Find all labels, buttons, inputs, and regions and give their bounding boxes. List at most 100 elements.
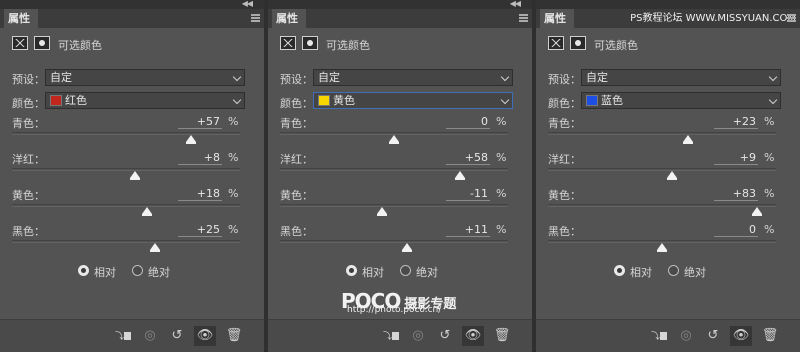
slider-thumb[interactable] bbox=[389, 135, 399, 144]
layer-mask-icon[interactable] bbox=[34, 36, 50, 50]
percent-label: % bbox=[496, 187, 507, 200]
preset-label: 预设： bbox=[12, 73, 45, 86]
slider-thumb[interactable] bbox=[149, 243, 160, 252]
clip-to-layer-button[interactable]: ⤵ bbox=[380, 326, 402, 346]
chevron-down-icon bbox=[232, 95, 242, 105]
percent-label: % bbox=[228, 115, 239, 128]
slider-thumb[interactable] bbox=[667, 171, 678, 180]
slider-label: 洋红： bbox=[280, 153, 313, 166]
slider-value-input[interactable]: 0 bbox=[714, 223, 758, 237]
chevron-down-icon bbox=[500, 72, 510, 82]
view-previous-button[interactable]: ◎ bbox=[139, 326, 161, 346]
percent-label: % bbox=[764, 151, 775, 164]
chevron-down-icon bbox=[500, 95, 510, 105]
preset-select[interactable]: 自定 bbox=[45, 69, 245, 86]
slider-label: 青色： bbox=[12, 117, 45, 130]
adjustment-layer-icon[interactable] bbox=[12, 36, 28, 50]
panel-menu-icon[interactable] bbox=[519, 14, 528, 22]
slider-track[interactable] bbox=[12, 132, 240, 135]
absolute-radio[interactable] bbox=[400, 265, 411, 276]
slider-thumb[interactable] bbox=[376, 207, 387, 216]
slider-value-input[interactable]: 0 bbox=[446, 115, 490, 129]
clip-to-layer-button[interactable]: ⤵ bbox=[112, 326, 134, 346]
collapse-icon[interactable]: ◀◀ bbox=[242, 0, 253, 8]
slider-track[interactable] bbox=[548, 168, 776, 171]
slider-value-input[interactable]: +18 bbox=[178, 187, 222, 201]
reset-button[interactable]: ↺ bbox=[166, 326, 188, 346]
toggle-visibility-button[interactable]: 👁 bbox=[730, 326, 752, 346]
delete-icon[interactable]: 🗑 bbox=[491, 326, 513, 346]
preset-select[interactable]: 自定 bbox=[581, 69, 781, 86]
slider-label: 青色： bbox=[280, 117, 313, 130]
slider-value-input[interactable]: +83 bbox=[714, 187, 758, 201]
preset-value: 自定 bbox=[586, 71, 608, 84]
slider-track[interactable] bbox=[12, 204, 240, 207]
tab-properties[interactable]: 属性 bbox=[540, 9, 574, 28]
slider-thumb[interactable] bbox=[657, 243, 667, 252]
toggle-visibility-button[interactable]: 👁 bbox=[194, 326, 216, 346]
relative-radio[interactable] bbox=[346, 265, 357, 276]
slider-value-input[interactable]: +57 bbox=[178, 115, 222, 129]
absolute-label: 绝对 bbox=[684, 266, 706, 279]
slider-value-input[interactable]: +58 bbox=[446, 151, 490, 165]
color-select[interactable]: 黄色 bbox=[313, 92, 513, 109]
panel-footer: ⤵ ◎ ↺ 👁 🗑 bbox=[536, 319, 800, 352]
slider-thumb[interactable] bbox=[186, 135, 196, 144]
slider-thumb[interactable] bbox=[141, 207, 152, 216]
tab-properties[interactable]: 属性 bbox=[4, 9, 38, 28]
slider-label: 洋红： bbox=[548, 153, 581, 166]
view-previous-button[interactable]: ◎ bbox=[675, 326, 697, 346]
slider-label: 洋红： bbox=[12, 153, 45, 166]
slider-value-input[interactable]: +11 bbox=[446, 223, 490, 237]
slider-value-input[interactable]: -11 bbox=[446, 187, 490, 201]
slider-value-input[interactable]: +23 bbox=[714, 115, 758, 129]
absolute-radio[interactable] bbox=[132, 265, 143, 276]
collapse-icon[interactable]: ◀◀ bbox=[510, 0, 521, 8]
panel-title: 可选颜色 bbox=[58, 39, 102, 52]
toggle-visibility-button[interactable]: 👁 bbox=[462, 326, 484, 346]
slider-value-input[interactable]: +9 bbox=[714, 151, 758, 165]
slider-track[interactable] bbox=[12, 168, 240, 171]
color-swatch bbox=[586, 95, 598, 106]
slider-thumb[interactable] bbox=[401, 243, 412, 252]
adjustment-layer-icon[interactable] bbox=[280, 36, 296, 50]
percent-label: % bbox=[496, 223, 507, 236]
color-select[interactable]: 蓝色 bbox=[581, 92, 781, 109]
view-previous-button[interactable]: ◎ bbox=[407, 326, 429, 346]
slider-label: 黑色： bbox=[280, 225, 313, 238]
color-swatch bbox=[50, 95, 62, 106]
absolute-label: 绝对 bbox=[416, 266, 438, 279]
slider-thumb[interactable] bbox=[751, 207, 762, 216]
slider-value-input[interactable]: +25 bbox=[178, 223, 222, 237]
tab-properties[interactable]: 属性 bbox=[272, 9, 306, 28]
reset-button[interactable]: ↺ bbox=[702, 326, 724, 346]
percent-label: % bbox=[764, 115, 775, 128]
slider-thumb[interactable] bbox=[130, 171, 141, 180]
relative-radio[interactable] bbox=[614, 265, 625, 276]
preset-select[interactable]: 自定 bbox=[313, 69, 513, 86]
reset-button[interactable]: ↺ bbox=[434, 326, 456, 346]
delete-icon[interactable]: 🗑 bbox=[223, 326, 245, 346]
delete-icon[interactable]: 🗑 bbox=[759, 326, 781, 346]
slider-thumb[interactable] bbox=[455, 171, 466, 180]
site-watermark: PS教程论坛 WWW.MISSYUAN.COM bbox=[630, 13, 796, 24]
slider-thumb[interactable] bbox=[683, 135, 694, 144]
panel-menu-icon[interactable] bbox=[787, 14, 796, 22]
slider-track[interactable] bbox=[12, 240, 240, 243]
clip-to-layer-button[interactable]: ⤵ bbox=[648, 326, 670, 346]
relative-label: 相对 bbox=[94, 266, 116, 279]
slider-value-input[interactable]: +8 bbox=[178, 151, 222, 165]
slider-track[interactable] bbox=[280, 204, 508, 207]
layer-mask-icon[interactable] bbox=[302, 36, 318, 50]
layer-mask-icon[interactable] bbox=[570, 36, 586, 50]
slider-track[interactable] bbox=[280, 240, 508, 243]
percent-label: % bbox=[228, 223, 239, 236]
absolute-radio[interactable] bbox=[668, 265, 679, 276]
slider-track[interactable] bbox=[280, 168, 508, 171]
relative-radio[interactable] bbox=[78, 265, 89, 276]
slider-track[interactable] bbox=[548, 204, 776, 207]
panel-menu-icon[interactable] bbox=[251, 14, 260, 22]
slider-track[interactable] bbox=[548, 132, 776, 135]
adjustment-layer-icon[interactable] bbox=[548, 36, 564, 50]
color-select[interactable]: 红色 bbox=[45, 92, 245, 109]
